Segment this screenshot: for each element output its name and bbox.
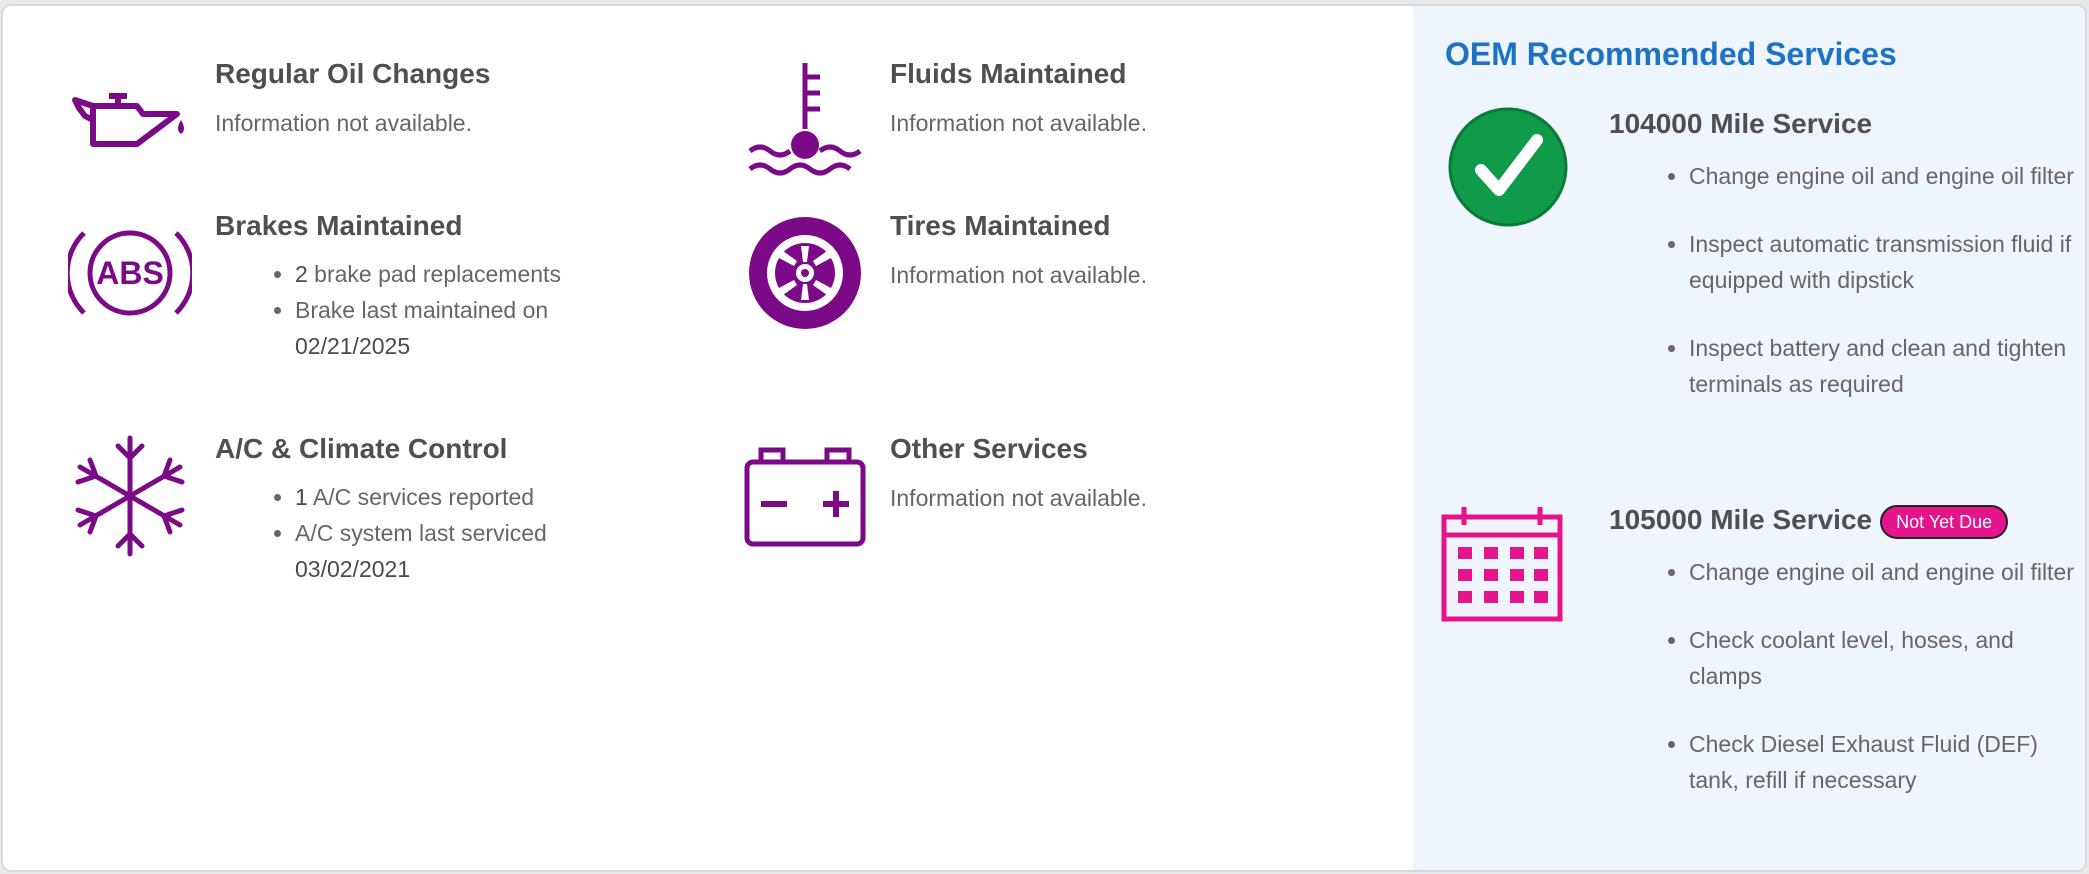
service-title: Brakes Maintained xyxy=(215,210,463,241)
oem-item: Check Diesel Exhaust Fluid (DEF) tank, r… xyxy=(1689,726,2085,798)
thermometer-icon xyxy=(740,56,870,186)
oem-service-title: 104000 Mile Service xyxy=(1609,108,1873,139)
service-title: Regular Oil Changes xyxy=(215,58,491,89)
oem-service-items: Change engine oil and engine oil filter … xyxy=(1609,158,2085,434)
ac-last-date: A/C system last serviced 03/02/2021 xyxy=(295,515,645,587)
service-status: Information not available. xyxy=(215,110,472,136)
brake-pad-count: 2 brake pad replacements xyxy=(295,256,645,292)
not-yet-due-badge: Not Yet Due xyxy=(1880,504,2009,539)
service-categories: Regular Oil Changes Information not avai… xyxy=(3,6,1413,870)
tire-icon xyxy=(740,208,870,338)
abs-icon: ABS xyxy=(65,208,195,338)
check-circle-icon xyxy=(1443,102,1573,232)
svg-text:ABS: ABS xyxy=(96,255,164,291)
ac-service-count: 1 A/C services reported xyxy=(295,479,645,515)
oil-can-icon xyxy=(65,56,195,186)
service-title: A/C & Climate Control xyxy=(215,433,508,464)
snowflake-icon xyxy=(65,431,195,561)
service-title: Other Services xyxy=(890,433,1088,464)
brake-last-date: Brake last maintained on 02/21/2025 xyxy=(295,292,645,364)
oem-title: OEM Recommended Services xyxy=(1445,36,1897,72)
service-history-card: Regular Oil Changes Information not avai… xyxy=(1,4,2087,872)
oem-item: Inspect automatic transmission fluid if … xyxy=(1689,226,2085,298)
battery-icon xyxy=(740,431,870,561)
oem-service-items: Change engine oil and engine oil filter … xyxy=(1609,554,2085,830)
oem-item: Change engine oil and engine oil filter xyxy=(1689,554,2085,590)
oem-item: Change engine oil and engine oil filter xyxy=(1689,158,2085,194)
service-details: 1 A/C services reported A/C system last … xyxy=(215,479,645,587)
oem-item: Inspect battery and clean and tighten te… xyxy=(1689,330,2085,402)
oem-panel: OEM Recommended Services 104000 Mile Ser… xyxy=(1413,6,2085,870)
service-status: Information not available. xyxy=(890,262,1147,288)
service-title: Fluids Maintained xyxy=(890,58,1127,89)
oem-service-title: 105000 Mile Service Not Yet Due xyxy=(1609,502,2009,539)
calendar-icon xyxy=(1437,498,1567,628)
service-status: Information not available. xyxy=(890,485,1147,511)
service-status: Information not available. xyxy=(890,110,1147,136)
service-title: Tires Maintained xyxy=(890,210,1111,241)
oem-item: Check coolant level, hoses, and clamps xyxy=(1689,622,2085,694)
service-details: 2 brake pad replacements Brake last main… xyxy=(215,256,645,364)
